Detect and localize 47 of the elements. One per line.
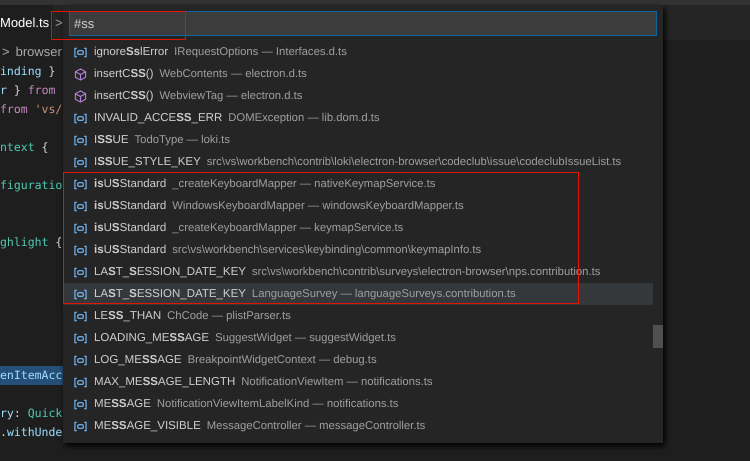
result-item[interactable]: insertCSS() WebviewTag — electron.d.ts (63, 85, 653, 107)
cube-icon (74, 68, 87, 80)
field-icon (74, 376, 87, 388)
code-line: ghlight { (0, 234, 62, 251)
field-icon (74, 200, 87, 212)
field-icon (74, 244, 87, 256)
field-icon (74, 46, 87, 58)
breadcrumb-item[interactable]: browser (16, 44, 62, 58)
code-line: figuratio (0, 177, 62, 194)
result-item[interactable]: ISSUE TodoType — loki.ts (63, 129, 653, 151)
result-item[interactable]: ignoreSslError IRequestOptions — Interfaces.d.ts (63, 41, 653, 63)
result-item[interactable]: isUSStandard src\vs\workbench\services\keybinding\common\keymapInfo.ts (63, 239, 653, 261)
result-item[interactable]: isUSStandard WindowsKeyboardMapper — windowsKeyboardMapper.ts (63, 195, 653, 217)
breadcrumb-chevron: > (2, 44, 10, 58)
result-item[interactable]: LOADING_MESSAGE SuggestWidget — suggestWidget.ts (63, 327, 653, 349)
code-line: .withUnde (0, 424, 62, 441)
result-item[interactable]: ISSUE_STYLE_KEY src\vs\workbench\contrib\loki\electron-browser\codeclub\issue\codeclubIssueList.ts (63, 151, 653, 173)
field-icon (74, 112, 87, 124)
result-item[interactable]: MESSAGE NotificationViewItemLabelKind — notifications.ts (63, 393, 653, 415)
code-line: inding } (0, 63, 56, 80)
result-item[interactable]: LESS_THAN ChCode — plistParser.ts (63, 305, 653, 327)
field-icon (74, 156, 87, 168)
field-icon (74, 288, 87, 300)
result-item[interactable]: INVALID_ACCESS_ERR DOMException — lib.dom.d.ts (63, 107, 653, 129)
field-icon (74, 134, 87, 146)
field-icon (74, 178, 87, 190)
field-icon (74, 398, 87, 410)
chevron-text: > (55, 15, 63, 30)
field-icon (74, 420, 87, 432)
result-item[interactable]: isUSStandard _createKeyboardMapper — nativeKeymapService.ts (63, 173, 653, 195)
search-field[interactable]: #ss (69, 11, 657, 36)
result-item[interactable]: isUSStandard _createKeyboardMapper — keymapService.ts (63, 217, 653, 239)
field-icon (74, 332, 87, 344)
result-item[interactable]: MESSAGE_VISIBLE MessageController — messageController.ts (63, 415, 653, 437)
code-line: ry: Quick (0, 405, 62, 422)
field-icon (74, 222, 87, 234)
field-icon (74, 310, 87, 322)
code-line: r } from (0, 82, 56, 99)
editor-tab[interactable]: Model.ts (0, 5, 54, 40)
field-icon (74, 354, 87, 366)
cube-icon (74, 90, 87, 102)
result-item[interactable]: LAST_SESSION_DATE_KEY LanguageSurvey — languageSurveys.contribution.ts (63, 283, 653, 305)
scrollbar-thumb[interactable] (653, 325, 663, 348)
code-line: from 'vs/ (0, 101, 62, 118)
field-icon (74, 266, 87, 278)
code-line: ntext { (0, 139, 48, 156)
result-item[interactable]: insertCSS() WebContents — electron.d.ts (63, 63, 653, 85)
